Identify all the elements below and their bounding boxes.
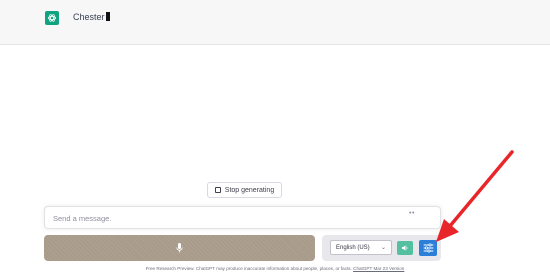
user-message-text: Chester (73, 12, 105, 22)
user-message: Chester (73, 12, 110, 22)
language-select[interactable]: English (US) ⌄ (330, 240, 392, 255)
speaker-icon (402, 245, 408, 251)
typing-cursor (105, 12, 110, 21)
message-input-box[interactable] (44, 206, 441, 229)
settings-button[interactable] (419, 240, 437, 256)
speaker-button[interactable] (397, 241, 413, 255)
microphone-icon (176, 243, 183, 253)
chevron-down-icon: ⌄ (380, 245, 386, 251)
stop-generating-button[interactable]: Stop generating (207, 182, 282, 198)
version-link[interactable]: ChatGPT Mar 23 Version (353, 266, 404, 271)
message-input[interactable] (53, 212, 393, 224)
stop-icon (214, 187, 221, 193)
footer-disclaimer: Free Research Preview. ChatGPT may produ… (0, 266, 550, 271)
language-select-value: English (US) (336, 244, 370, 251)
sliders-icon (423, 243, 433, 253)
more-dots-icon[interactable]: •• (409, 210, 415, 217)
stop-generating-label: Stop generating (224, 186, 275, 194)
chatgpt-logo-icon (45, 11, 59, 25)
voice-record-button[interactable] (44, 235, 315, 261)
footer-text: Free Research Preview. ChatGPT may produ… (145, 266, 354, 271)
user-message-row: Chester (0, 0, 550, 45)
